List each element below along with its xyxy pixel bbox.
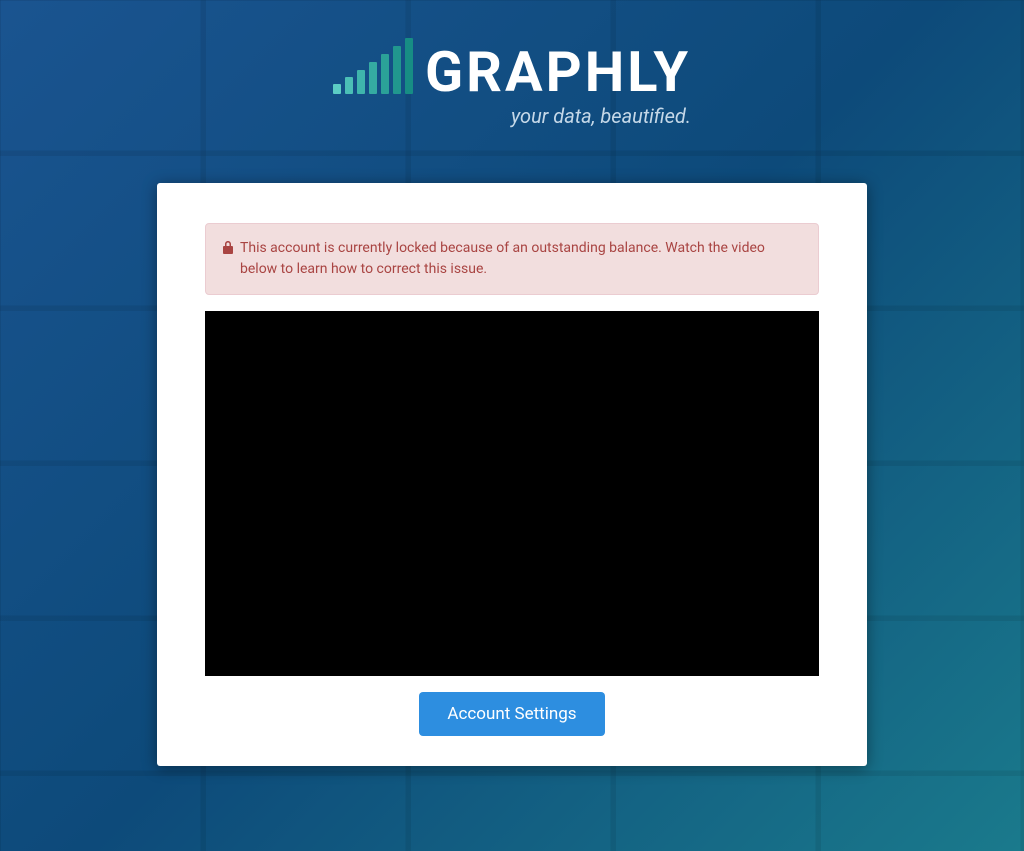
video-player[interactable] xyxy=(205,311,819,676)
page-header: GRAPHLY your data, beautified. xyxy=(0,0,1024,128)
lock-icon xyxy=(222,240,234,261)
bars-icon xyxy=(333,38,413,94)
main-card: This account is currently locked because… xyxy=(157,183,867,766)
button-row: Account Settings xyxy=(205,692,819,736)
alert-message: This account is currently locked because… xyxy=(240,238,802,280)
account-settings-button[interactable]: Account Settings xyxy=(419,692,604,736)
brand-name: GRAPHLY xyxy=(425,44,691,100)
tagline: your data, beautified. xyxy=(333,104,691,128)
logo: GRAPHLY xyxy=(333,38,691,100)
locked-account-alert: This account is currently locked because… xyxy=(205,223,819,295)
